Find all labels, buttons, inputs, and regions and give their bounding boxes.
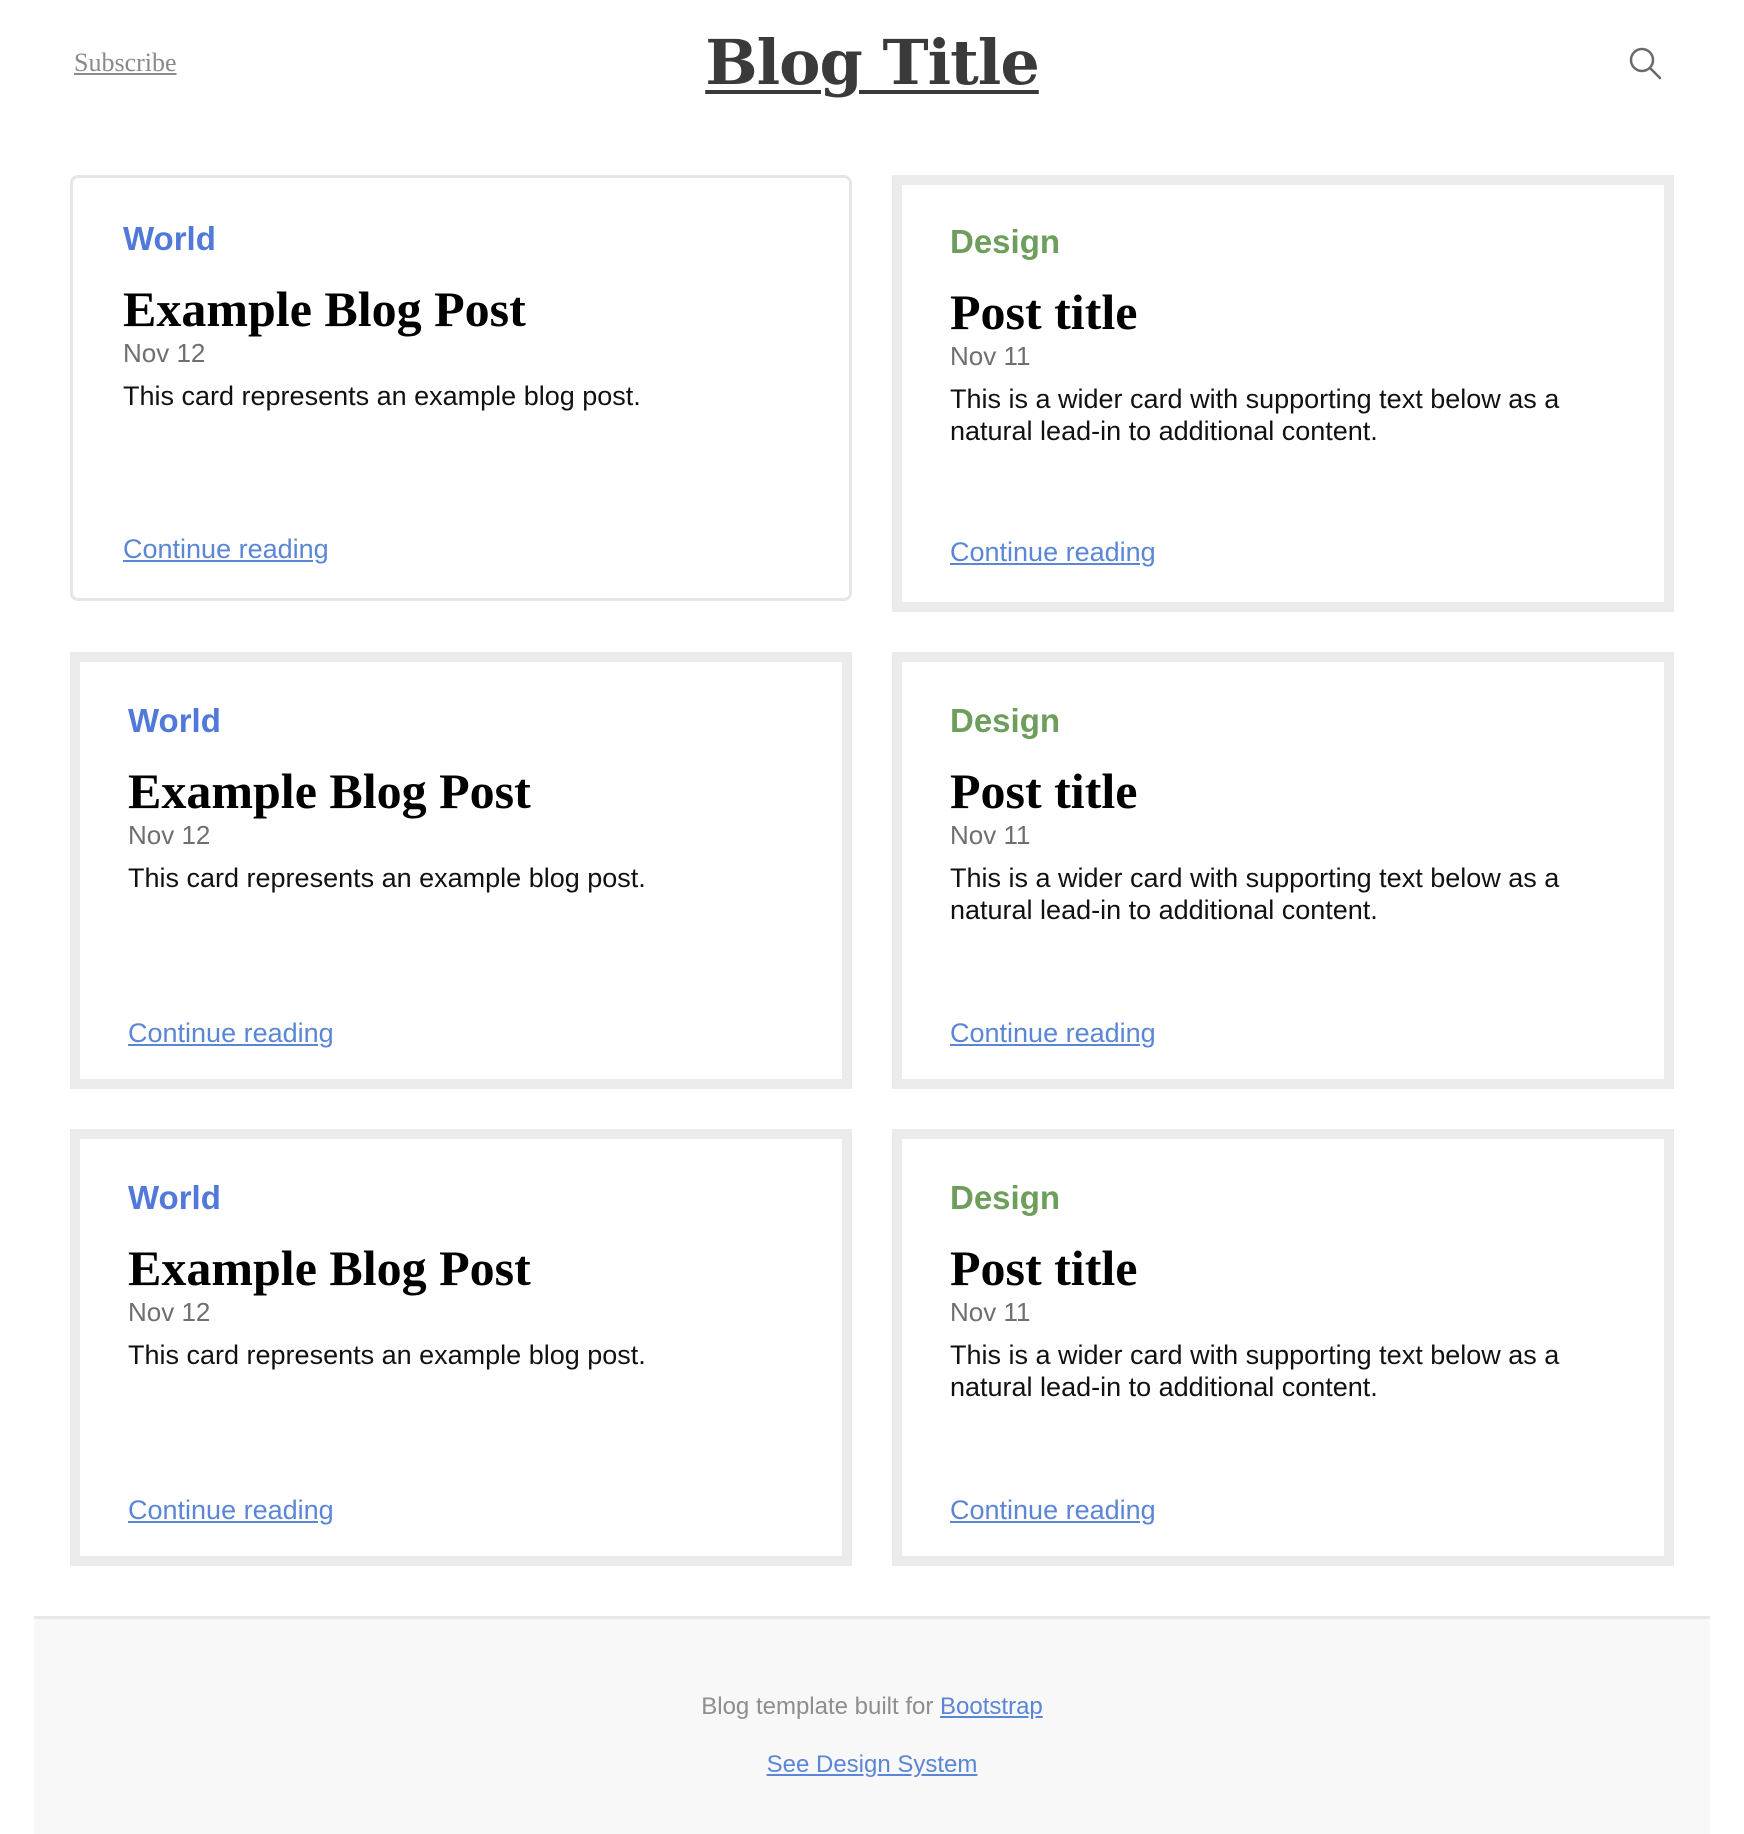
- card-date: Nov 11: [950, 341, 1031, 371]
- card-title: Example Blog Post: [123, 281, 526, 337]
- continue-reading-link[interactable]: Continue reading: [128, 1018, 334, 1049]
- post-card: World Example Blog Post Nov 12 This card…: [70, 652, 852, 1089]
- footer-built-text: Blog template built for: [701, 1693, 934, 1720]
- card-date: Nov 11: [950, 820, 1031, 850]
- continue-reading-link[interactable]: Continue reading: [128, 1495, 334, 1526]
- footer-credit: Blog template built for Bootstrap: [34, 1693, 1710, 1721]
- card-title: Post title: [950, 1240, 1138, 1296]
- search-icon: [1629, 47, 1662, 80]
- footer-design-system: See Design System: [34, 1751, 1710, 1779]
- card-title: Post title: [950, 284, 1138, 340]
- see-design-system-link[interactable]: See Design System: [767, 1751, 978, 1778]
- card-text: This is a wider card with supporting tex…: [950, 863, 1560, 925]
- post-card: Design Post title Nov 11 This is a wider…: [892, 652, 1674, 1089]
- card-category[interactable]: World: [128, 1179, 221, 1217]
- card-category[interactable]: Design: [950, 702, 1060, 740]
- card-text: This is a wider card with supporting tex…: [950, 384, 1560, 446]
- post-card: Design Post title Nov 11 This is a wider…: [892, 1129, 1674, 1566]
- card-title: Example Blog Post: [128, 1240, 531, 1296]
- card-category[interactable]: Design: [950, 1179, 1060, 1217]
- site-header: Subscribe Blog Title: [0, 0, 1744, 140]
- post-card: Design Post title Nov 11 This is a wider…: [892, 175, 1674, 612]
- card-date: Nov 12: [128, 1297, 211, 1327]
- search-button[interactable]: [1626, 44, 1666, 84]
- card-date: Nov 12: [123, 338, 206, 368]
- post-card: World Example Blog Post Nov 12 This card…: [70, 175, 852, 601]
- card-date: Nov 12: [128, 820, 211, 850]
- continue-reading-link[interactable]: Continue reading: [123, 534, 329, 565]
- card-text: This is a wider card with supporting tex…: [950, 1340, 1560, 1402]
- card-text: This card represents an example blog pos…: [123, 381, 641, 411]
- bootstrap-link[interactable]: Bootstrap: [940, 1693, 1043, 1720]
- card-text: This card represents an example blog pos…: [128, 863, 646, 893]
- card-title: Post title: [950, 763, 1138, 819]
- continue-reading-link[interactable]: Continue reading: [950, 1495, 1156, 1526]
- continue-reading-link[interactable]: Continue reading: [950, 537, 1156, 568]
- card-category[interactable]: Design: [950, 223, 1060, 261]
- card-title: Example Blog Post: [128, 763, 531, 819]
- post-card: World Example Blog Post Nov 12 This card…: [70, 1129, 852, 1566]
- site-footer: Blog template built for Bootstrap See De…: [34, 1616, 1710, 1834]
- card-category[interactable]: World: [123, 220, 216, 258]
- continue-reading-link[interactable]: Continue reading: [950, 1018, 1156, 1049]
- card-text: This card represents an example blog pos…: [128, 1340, 646, 1370]
- blog-title[interactable]: Blog Title: [0, 26, 1744, 99]
- card-category[interactable]: World: [128, 702, 221, 740]
- card-date: Nov 11: [950, 1297, 1031, 1327]
